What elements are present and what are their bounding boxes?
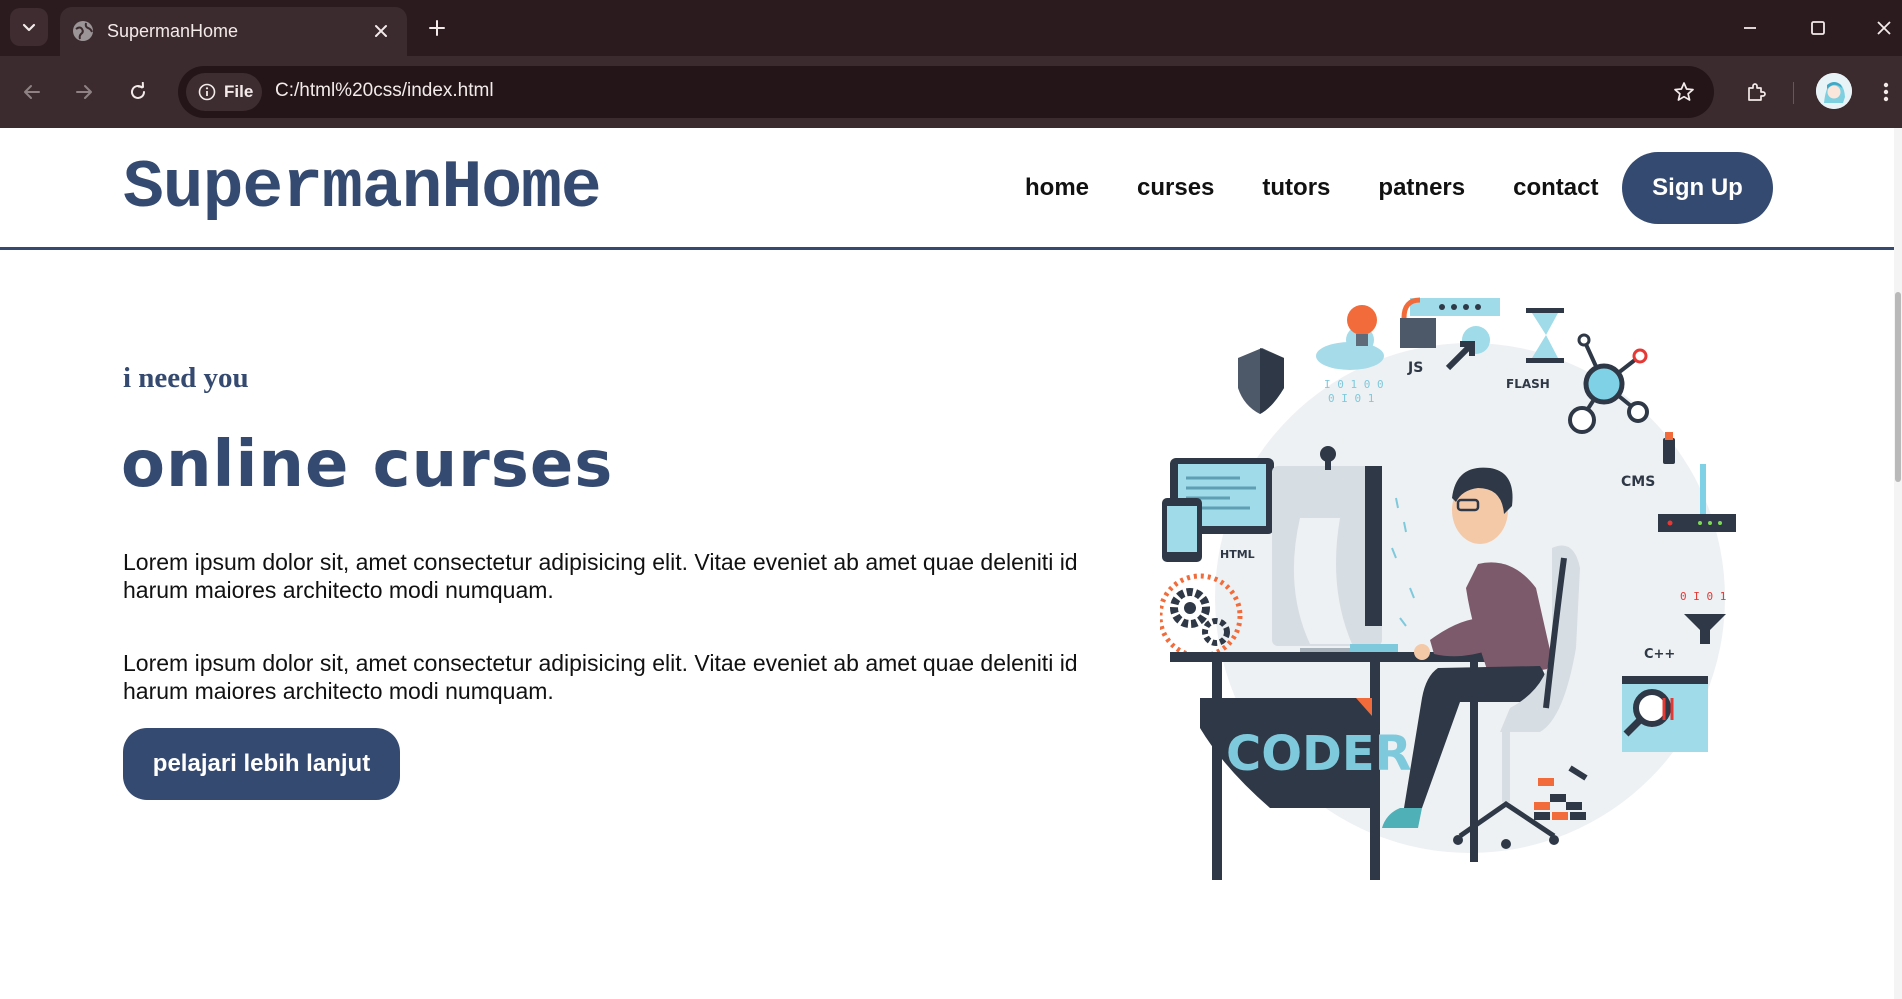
tech-label-js: JS — [1407, 360, 1423, 376]
computer-monitor — [1272, 446, 1382, 656]
hero-subtitle: i need you — [123, 362, 249, 394]
info-icon — [198, 83, 216, 101]
plus-icon — [429, 20, 445, 36]
browser-tab[interactable]: SupermanHome — [60, 7, 407, 56]
site-info-chip[interactable]: File — [186, 73, 262, 111]
nav-link-patners[interactable]: patners — [1378, 174, 1465, 202]
site-chip-label: File — [224, 82, 254, 101]
close-icon — [375, 25, 387, 37]
extensions-icon — [1748, 83, 1766, 101]
search-code-icon — [1622, 676, 1708, 752]
avatar-icon — [1816, 73, 1852, 109]
coder-illustration: I 0 1 0 0 0 I 0 1 JS FLASH CMS HTML CODE… — [1160, 297, 1736, 880]
hero-paragraph-1: Lorem ipsum dolor sit, amet consectetur … — [123, 549, 1078, 603]
reload-button[interactable] — [120, 74, 156, 110]
page-viewport: SupermanHome home curses tutors patners … — [0, 128, 1902, 999]
minimize-icon — [1744, 27, 1756, 29]
reload-icon — [131, 82, 145, 99]
nav-link-curses[interactable]: curses — [1137, 174, 1214, 202]
hero-paragraph-2: Lorem ipsum dolor sit, amet consectetur … — [123, 650, 1078, 704]
site-header: SupermanHome home curses tutors patners … — [0, 128, 1894, 250]
forward-button[interactable] — [66, 74, 102, 110]
tech-label-flash: FLASH — [1506, 377, 1550, 391]
tab-close-button[interactable] — [369, 19, 393, 43]
back-icon — [24, 85, 40, 99]
main-nav: home curses tutors patners contact — [1025, 174, 1598, 202]
tech-label-cpp: C++ — [1644, 647, 1675, 662]
bookmark-button[interactable] — [1670, 78, 1698, 106]
sign-up-button[interactable]: Sign Up — [1622, 152, 1773, 224]
scrollbar-thumb[interactable] — [1895, 292, 1901, 482]
nav-link-home[interactable]: home — [1025, 174, 1089, 202]
menu-button[interactable] — [1868, 74, 1902, 110]
svg-text:0 I 0 1: 0 I 0 1 — [1680, 590, 1726, 603]
hero-title: online curses — [121, 428, 614, 502]
nav-link-contact[interactable]: contact — [1513, 174, 1598, 202]
back-button[interactable] — [14, 74, 50, 110]
browser-tab-bar: SupermanHome — [0, 0, 1902, 56]
new-tab-button[interactable] — [422, 13, 452, 43]
chevron-down-icon — [22, 23, 36, 32]
tech-label-html: HTML — [1220, 548, 1255, 561]
cloud-bulb-icon: I 0 1 0 0 0 I 0 1 — [1316, 305, 1384, 405]
address-bar[interactable]: File C:/html%20css/index.html — [178, 66, 1714, 118]
minimize-button[interactable] — [1732, 10, 1768, 46]
desk-label: CODER — [1226, 726, 1412, 782]
extensions-button[interactable] — [1738, 74, 1774, 110]
toolbar-divider — [1793, 82, 1794, 104]
shield-icon — [1238, 348, 1284, 414]
tab-search-button[interactable] — [10, 8, 48, 46]
learn-more-button[interactable]: pelajari lebih lanjut — [123, 728, 400, 800]
nav-link-tutors[interactable]: tutors — [1262, 174, 1330, 202]
tech-label-cms: CMS — [1621, 474, 1655, 490]
browser-toolbar: File C:/html%20css/index.html — [0, 56, 1902, 128]
tab-title: SupermanHome — [107, 21, 239, 41]
globe-favicon-icon — [73, 21, 93, 41]
forward-icon — [76, 85, 92, 99]
maximize-icon — [1811, 21, 1825, 35]
maximize-button[interactable] — [1800, 10, 1836, 46]
window-close-icon — [1877, 21, 1891, 35]
menu-dots-icon — [1883, 82, 1889, 102]
usb-icon — [1663, 438, 1675, 464]
site-logo[interactable]: SupermanHome — [123, 150, 602, 227]
url-text: C:/html%20css/index.html — [275, 80, 494, 101]
profile-avatar[interactable] — [1816, 73, 1852, 109]
page-scrollbar[interactable] — [1894, 128, 1902, 999]
window-close-button[interactable] — [1866, 10, 1902, 46]
star-icon — [1674, 82, 1694, 101]
svg-text:0 I 0 1: 0 I 0 1 — [1328, 392, 1374, 405]
svg-text:I 0 1 0 0: I 0 1 0 0 — [1324, 378, 1384, 391]
